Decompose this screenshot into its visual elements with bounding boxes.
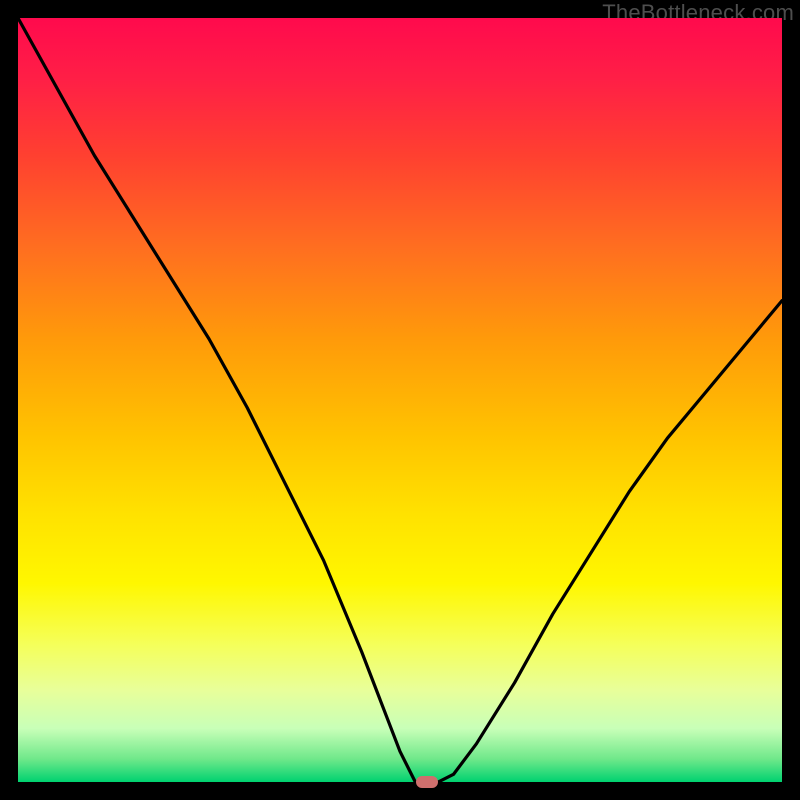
bottleneck-curve bbox=[18, 18, 782, 782]
optimal-marker bbox=[416, 776, 438, 788]
chart-stage: TheBottleneck.com bbox=[0, 0, 800, 800]
plot-area bbox=[18, 18, 782, 782]
